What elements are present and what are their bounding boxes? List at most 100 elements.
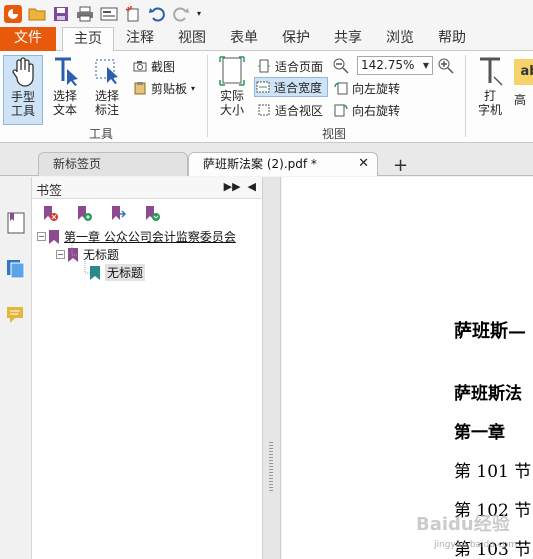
panel-splitter[interactable] <box>263 177 281 559</box>
tab-view[interactable]: 视图 <box>170 27 214 51</box>
screenshot-button[interactable]: 截图 <box>132 56 175 76</box>
zoom-level-select[interactable]: 142.75% ▼ <box>357 56 433 75</box>
new-tab-button[interactable]: + <box>393 155 408 176</box>
tree-connector-lines <box>71 241 90 274</box>
goto-bookmark-icon[interactable] <box>110 205 128 223</box>
clipboard-button[interactable]: 剪贴板 ▾ <box>132 78 195 98</box>
tab-home[interactable]: 主页 <box>62 27 114 52</box>
select-text-button[interactable]: 选择 文本 <box>46 55 84 125</box>
typewriter-label: 打 字机 <box>477 89 502 117</box>
open-folder-icon[interactable] <box>26 3 48 25</box>
tools-group-label: 工具 <box>89 127 114 141</box>
zoom-out-button[interactable] <box>333 56 352 76</box>
fit-width-label: 适合宽度 <box>274 80 323 95</box>
clipboard-icon <box>132 80 148 96</box>
rotate-right-icon <box>333 102 349 118</box>
close-icon[interactable]: ✕ <box>358 153 369 175</box>
hand-tool-button[interactable]: 手型 工具 <box>3 55 43 125</box>
save-icon[interactable] <box>50 3 72 25</box>
rotate-right-label: 向右旋转 <box>352 103 401 118</box>
fit-visible-button[interactable]: 适合视区 <box>256 100 323 120</box>
bookmarks-header: 书签 ▶▶ ◀ <box>32 177 262 199</box>
highlight-button[interactable]: ab 高 <box>514 55 533 125</box>
document-view[interactable]: 萨班斯— 萨班斯法 第一章 第 101 节 第 102 节 第 103 节 <box>282 177 533 559</box>
tab-share[interactable]: 共享 <box>326 27 370 51</box>
pages-panel-icon[interactable] <box>6 259 26 282</box>
typewriter-button[interactable]: 打 字机 <box>472 55 508 125</box>
ribbon-separator <box>207 55 208 137</box>
add-bookmark-icon[interactable] <box>76 205 94 223</box>
bookmarks-toolbar <box>42 205 162 223</box>
ribbon-panel: 手型 工具 选择 文本 选择 标注 截图 剪贴板 ▾ 工具 实际 大小 适合页面… <box>0 51 533 143</box>
fit-width-button[interactable]: 适合宽度 <box>254 77 328 97</box>
doc-heading: 萨班斯— <box>454 321 526 342</box>
clipboard-label: 剪贴板 <box>151 81 188 96</box>
tab-form[interactable]: 表单 <box>222 27 266 51</box>
redo-icon[interactable] <box>170 3 192 25</box>
tab-browse[interactable]: 浏览 <box>378 27 422 51</box>
ribbon-tabs: 文件 主页 注释 视图 表单 保护 共享 浏览 帮助 <box>0 27 533 52</box>
clipboard-dropdown-icon[interactable]: ▾ <box>191 84 195 93</box>
tab-document[interactable]: 萨班斯法案 (2).pdf * ✕ <box>188 152 378 176</box>
tab-protect[interactable]: 保护 <box>274 27 318 51</box>
navigation-panel-strip <box>0 177 32 559</box>
fit-visible-icon <box>256 102 272 118</box>
document-tab-bar: 新标签页 萨班斯法案 (2).pdf * ✕ + <box>0 143 533 176</box>
doc-chapter: 第一章 <box>454 423 505 443</box>
rotate-right-button[interactable]: 向右旋转 <box>333 100 400 120</box>
fit-page-icon <box>256 58 272 74</box>
actual-size-icon <box>219 56 245 86</box>
select-text-label: 选择 文本 <box>52 89 77 117</box>
splitter-grip[interactable] <box>269 442 273 492</box>
fit-visible-label: 适合视区 <box>275 103 324 118</box>
select-annotation-button[interactable]: 选择 标注 <box>88 55 126 125</box>
customize-toolbar-icon[interactable]: ▾ <box>194 3 204 25</box>
tab-help[interactable]: 帮助 <box>430 27 474 51</box>
select-annotation-label: 选择 标注 <box>94 89 119 117</box>
delete-bookmark-icon[interactable] <box>42 205 60 223</box>
new-document-icon[interactable] <box>122 3 144 25</box>
rotate-left-icon <box>333 80 349 96</box>
zoom-level-value: 142.75% <box>361 58 415 72</box>
expand-bookmark-icon[interactable] <box>144 205 162 223</box>
bookmarks-panel: 书签 ▶▶ ◀ − 第一章 公众公司会计监察委员会 − 无标题 无标题 <box>32 177 263 559</box>
highlight-label: 高 <box>514 93 527 107</box>
watermark: Baidu经验 jingyan.baidu.com <box>416 510 533 559</box>
tab-document-label: 萨班斯法案 (2).pdf * <box>203 157 317 171</box>
actual-size-button[interactable]: 实际 大小 <box>213 55 251 125</box>
watermark-sub: jingyan.baidu.com <box>434 540 518 550</box>
actual-size-label: 实际 大小 <box>219 89 244 117</box>
comments-panel-icon[interactable] <box>6 305 26 328</box>
watermark-main: Baidu经验 <box>416 514 510 535</box>
doc-subheading: 萨班斯法 <box>454 384 522 404</box>
ribbon-separator <box>465 55 466 137</box>
camera-icon <box>132 58 148 74</box>
zoom-in-icon <box>438 58 454 74</box>
highlight-icon: ab <box>514 59 533 85</box>
tab-new-tab-page-label: 新标签页 <box>53 157 102 171</box>
doc-section: 第 101 节 <box>454 462 532 482</box>
print-icon[interactable] <box>74 3 96 25</box>
rotate-left-button[interactable]: 向左旋转 <box>333 78 400 98</box>
tab-comment[interactable]: 注释 <box>118 27 162 51</box>
quick-access-toolbar: ▾ <box>0 0 533 27</box>
screenshot-label: 截图 <box>151 59 176 74</box>
fit-page-label: 适合页面 <box>275 59 324 74</box>
fit-width-icon <box>255 79 271 95</box>
chevron-down-icon: ▼ <box>422 61 429 70</box>
undo-icon[interactable] <box>146 3 168 25</box>
typewriter-icon <box>480 57 503 86</box>
properties-icon[interactable] <box>98 3 120 25</box>
select-text-icon <box>55 57 78 86</box>
hand-tool-label: 手型 工具 <box>10 90 35 118</box>
app-logo[interactable] <box>2 3 24 25</box>
zoom-out-icon <box>333 58 349 74</box>
tab-file[interactable]: 文件 <box>0 27 56 51</box>
bookmark-panel-icon[interactable] <box>7 212 25 237</box>
panel-collapse-icon[interactable]: ▶▶ ◀ <box>224 180 256 193</box>
rotate-left-label: 向左旋转 <box>352 81 401 96</box>
tab-new-tab-page[interactable]: 新标签页 <box>38 152 188 176</box>
zoom-in-button[interactable] <box>438 56 457 76</box>
select-annotation-icon <box>95 59 118 84</box>
fit-page-button[interactable]: 适合页面 <box>256 56 323 76</box>
